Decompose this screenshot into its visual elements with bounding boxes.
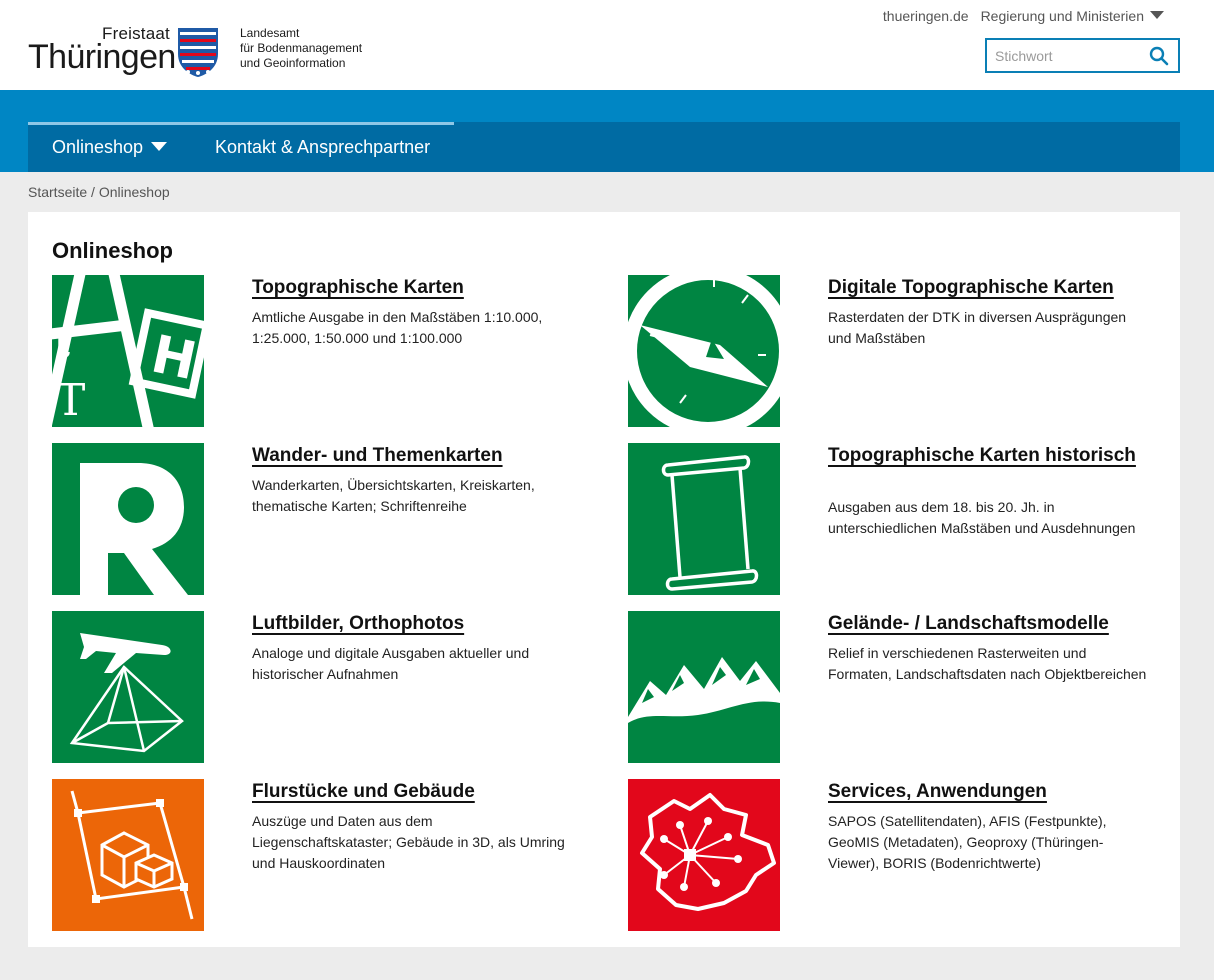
government-label: Regierung und Ministerien [980,8,1144,24]
nav-contact[interactable]: Kontakt & Ansprechpartner [215,122,430,172]
airplane-icon [69,633,184,753]
logo-thueringen: Thüringen [28,38,176,76]
page-title: Onlineshop [52,238,173,263]
search-box [985,38,1180,73]
card-tile[interactable] [628,611,780,763]
card-description: Relief in verschiedenen Rasterweiten und… [828,645,1147,682]
breadcrumb-home[interactable]: Startseite [28,184,87,200]
topographic-map-icon: H t T [52,275,204,427]
card-luftbilder-orthophotos[interactable]: Luftbilder, Orthophotos Analoge und digi… [52,611,592,763]
card-title[interactable]: Topographische Karten historisch [828,445,1148,467]
card-title[interactable]: Flurstücke und Gebäude [252,781,572,803]
search-input[interactable] [987,40,1137,71]
parcel-buildings-icon [70,790,194,920]
top-links: thueringen.de Regierung und Ministerien [883,8,1164,26]
caret-down-icon [1150,11,1164,19]
svg-text:t: t [54,321,70,367]
main-content: Onlineshop H t T Topographische Karten A… [28,212,1180,947]
card-title[interactable]: Gelände- / Landschaftsmodelle [828,613,1148,635]
card-description: Ausgaben aus dem 18. bis 20. Jh. in unte… [828,499,1136,536]
link-thueringen-de[interactable]: thueringen.de [883,8,969,26]
card-tile[interactable] [628,779,780,931]
office-line-1: Landesamt [240,26,300,40]
card-title[interactable]: Digitale Topographische Karten [828,277,1148,299]
card-description: Rasterdaten der DTK in diversen Ausprägu… [828,309,1127,346]
card-services-anwendungen[interactable]: Services, Anwendungen SAPOS (Satellitend… [628,779,1168,931]
card-description: Wanderkarten, Übersichtskarten, Kreiskar… [252,477,535,514]
site-header: Freistaat Thüringen Landesamt für Bodenm… [0,0,1214,90]
card-gelaende-landschaftsmodelle[interactable]: Gelände- / Landschaftsmodelle Relief in … [628,611,1168,763]
nav-onlineshop[interactable]: Onlineshop [52,122,168,172]
card-tile[interactable]: H t T [52,275,204,427]
card-digitale-topographische-karten[interactable]: Digitale Topographische Karten Rasterdat… [628,275,1168,427]
breadcrumb: Startseite / Onlineshop [28,184,170,200]
breadcrumb-separator: / [87,184,99,200]
compass-icon [628,275,780,427]
card-title[interactable]: Luftbilder, Orthophotos [252,613,572,635]
card-topographische-karten[interactable]: H t T Topographische Karten Amtliche Aus… [52,275,592,427]
card-title[interactable]: Services, Anwendungen [828,781,1148,803]
office-line-2: für Bodenmanagement [240,41,363,55]
card-description: Amtliche Ausgabe in den Maßstäben 1:10.0… [252,309,543,346]
card-wander-themenkarten[interactable]: Wander- und Themenkarten Wanderkarten, Ü… [52,443,592,595]
mountains-icon [628,657,780,723]
coat-of-arms-icon [178,28,218,77]
search-icon[interactable] [1148,45,1170,67]
card-tile[interactable] [52,779,204,931]
card-title[interactable]: Topographische Karten [252,277,572,299]
card-tile[interactable] [628,443,780,595]
nav-contact-label: Kontakt & Ansprechpartner [215,137,431,157]
office-line-3: und Geoinformation [240,56,346,70]
scroll-icon [661,455,759,591]
card-tile[interactable] [52,611,204,763]
office-name: Landesamt für Bodenmanagement und Geoinf… [240,26,362,71]
card-title[interactable]: Wander- und Themenkarten [252,445,572,467]
network-map-icon [640,793,776,911]
main-navigation [28,122,1180,172]
card-description: Auszüge und Daten aus dem Liegenschaftsk… [252,813,565,871]
site-logo[interactable]: Freistaat Thüringen Landesamt für Bodenm… [28,22,388,82]
letter-r-icon [80,463,188,595]
nav-onlineshop-label: Onlineshop [52,137,144,157]
breadcrumb-current: Onlineshop [98,184,170,200]
card-flurstuecke-gebaeude[interactable]: Flurstücke und Gebäude Auszüge und Daten… [52,779,592,931]
card-tile[interactable] [628,275,780,427]
svg-text:T: T [56,375,85,426]
card-description: SAPOS (Satellitendaten), AFIS (Festpunkt… [828,813,1107,871]
link-government-menu[interactable]: Regierung und Ministerien [981,8,1164,26]
chevron-down-icon [151,142,168,151]
card-topographische-karten-historisch[interactable]: Topographische Karten historisch Ausgabe… [628,443,1168,595]
card-description: Analoge und digitale Ausgaben aktueller … [252,645,530,682]
card-tile[interactable] [52,443,204,595]
